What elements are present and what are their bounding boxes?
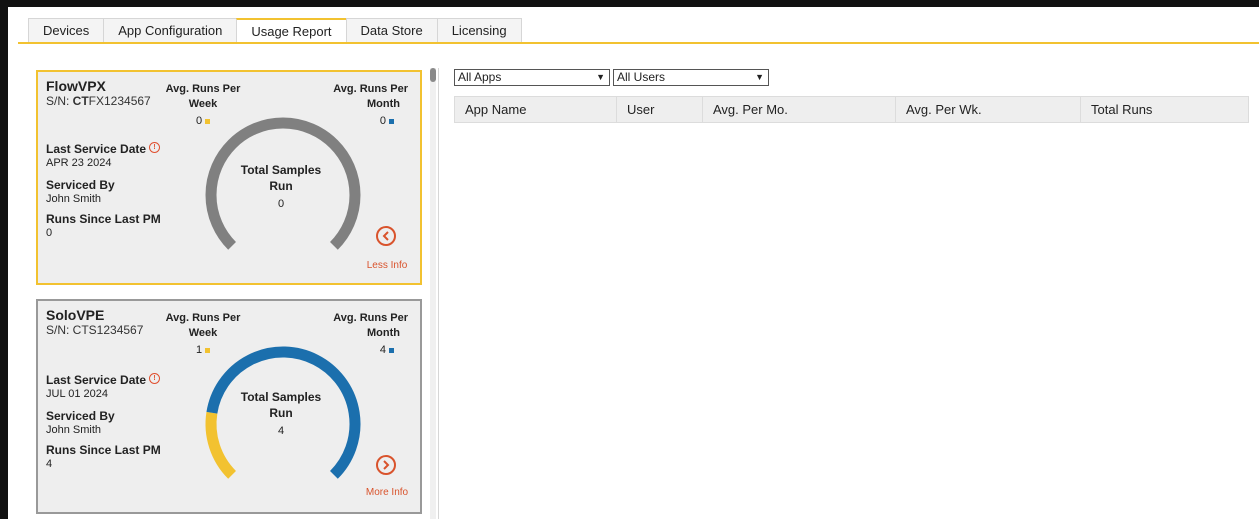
runs-since-label: Runs Since Last PM <box>46 212 161 226</box>
users-filter-value: All Users <box>617 70 666 84</box>
last-service-value: APR 23 2024 <box>46 157 112 169</box>
usage-report-table-header: App Name User Avg. Per Mo. Avg. Per Wk. … <box>454 96 1249 123</box>
total-samples-value: 0 <box>277 198 285 210</box>
last-service-label-row: Last Service Date! <box>46 142 161 156</box>
runs-since-pm: Runs Since Last PM 4 <box>46 443 161 470</box>
avg-month-value: 0 <box>379 115 386 127</box>
tab-usage-report[interactable]: Usage Report <box>236 18 347 43</box>
last-service-value: JUL 01 2024 <box>46 388 108 400</box>
last-service: Last Service Date! JUL 01 2024 <box>46 373 161 400</box>
warning-icon[interactable]: ! <box>149 142 161 153</box>
device-model: SoloVPE <box>46 307 105 323</box>
serial-prefix: S/N: <box>46 94 73 108</box>
last-service-label: Last Service Date <box>46 373 147 387</box>
warning-icon[interactable]: ! <box>149 373 161 384</box>
chevron-right-icon <box>383 460 390 470</box>
total-samples-label-1: Total Samples <box>240 390 322 404</box>
apps-filter-value: All Apps <box>458 70 502 84</box>
serial-rest: FX1234567 <box>88 94 151 108</box>
total-samples-value: 4 <box>277 425 285 437</box>
tab-app-configuration[interactable]: App Configuration <box>103 18 238 42</box>
tab-bar: Devices App Configuration Usage Report D… <box>28 18 522 43</box>
panel-divider <box>438 68 439 519</box>
less-info-button[interactable] <box>376 226 396 246</box>
chevron-left-icon <box>382 231 389 241</box>
column-header-avg-per-month[interactable]: Avg. Per Mo. <box>703 97 896 122</box>
column-header-avg-per-week[interactable]: Avg. Per Wk. <box>896 97 1081 122</box>
serviced-by-value: John Smith <box>46 424 102 436</box>
device-model: FlowVPX <box>46 78 106 94</box>
runs-since-value: 0 <box>46 227 53 239</box>
total-samples-label-1: Total Samples <box>240 163 322 177</box>
avg-month-label-1: Avg. Runs Per <box>333 83 408 95</box>
column-header-app-name[interactable]: App Name <box>455 97 617 122</box>
window-frame-top <box>0 0 1259 7</box>
serviced-by-value: John Smith <box>46 193 102 205</box>
window-frame-left <box>0 0 8 519</box>
users-filter-select[interactable]: All Users ▼ <box>613 69 769 86</box>
serial-bold: CT <box>72 94 89 108</box>
total-samples-label-2: Run <box>269 406 293 420</box>
serviced-by-label: Serviced By <box>46 409 115 423</box>
blue-legend-icon <box>389 118 394 124</box>
serviced-by-label: Serviced By <box>46 178 115 192</box>
runs-since-value: 4 <box>46 458 53 470</box>
column-header-user[interactable]: User <box>617 97 703 122</box>
apps-filter-select[interactable]: All Apps ▼ <box>454 69 610 86</box>
runs-since-pm: Runs Since Last PM 0 <box>46 212 161 239</box>
serviced-by: Serviced By John Smith <box>46 178 115 205</box>
tab-data-store[interactable]: Data Store <box>345 18 438 42</box>
chevron-down-icon: ▼ <box>755 72 764 82</box>
total-samples: Total Samples Run 4 <box>226 389 336 439</box>
runs-since-label: Runs Since Last PM <box>46 443 161 457</box>
column-header-total-runs[interactable]: Total Runs <box>1081 97 1248 122</box>
more-info-link[interactable]: More Info <box>356 487 418 498</box>
last-service: Last Service Date! APR 23 2024 <box>46 142 161 169</box>
total-samples: Total Samples Run 0 <box>226 162 336 212</box>
scrollbar-thumb[interactable] <box>430 68 436 82</box>
chevron-down-icon: ▼ <box>596 72 605 82</box>
avg-week-label-1: Avg. Runs Per <box>165 312 241 324</box>
tab-underline <box>18 42 1259 44</box>
tab-devices[interactable]: Devices <box>28 18 105 42</box>
serial-prefix: S/N: <box>46 323 73 337</box>
device-serial: S/N: CTFX1234567 <box>46 94 151 108</box>
avg-month-value: 4 <box>379 344 386 356</box>
less-info-link[interactable]: Less Info <box>356 260 418 271</box>
serial-rest: CTS1234567 <box>72 323 144 337</box>
avg-week-label-1: Avg. Runs Per <box>165 83 241 95</box>
avg-month-label-1: Avg. Runs Per <box>333 312 408 324</box>
last-service-label-row: Last Service Date! <box>46 373 161 387</box>
device-serial: S/N: CTS1234567 <box>46 323 143 337</box>
total-samples-label-2: Run <box>269 179 293 193</box>
last-service-label: Last Service Date <box>46 142 147 156</box>
serviced-by: Serviced By John Smith <box>46 409 115 436</box>
tab-licensing[interactable]: Licensing <box>436 18 522 42</box>
more-info-button[interactable] <box>376 455 396 475</box>
device-card-flowvpx[interactable]: FlowVPX S/N: CTFX1234567 Avg. Runs Per W… <box>36 70 422 285</box>
scrollbar-track[interactable] <box>430 68 436 519</box>
device-card-solovpe[interactable]: SoloVPE S/N: CTS1234567 Avg. Runs Per We… <box>36 299 422 514</box>
blue-legend-icon <box>389 347 394 353</box>
